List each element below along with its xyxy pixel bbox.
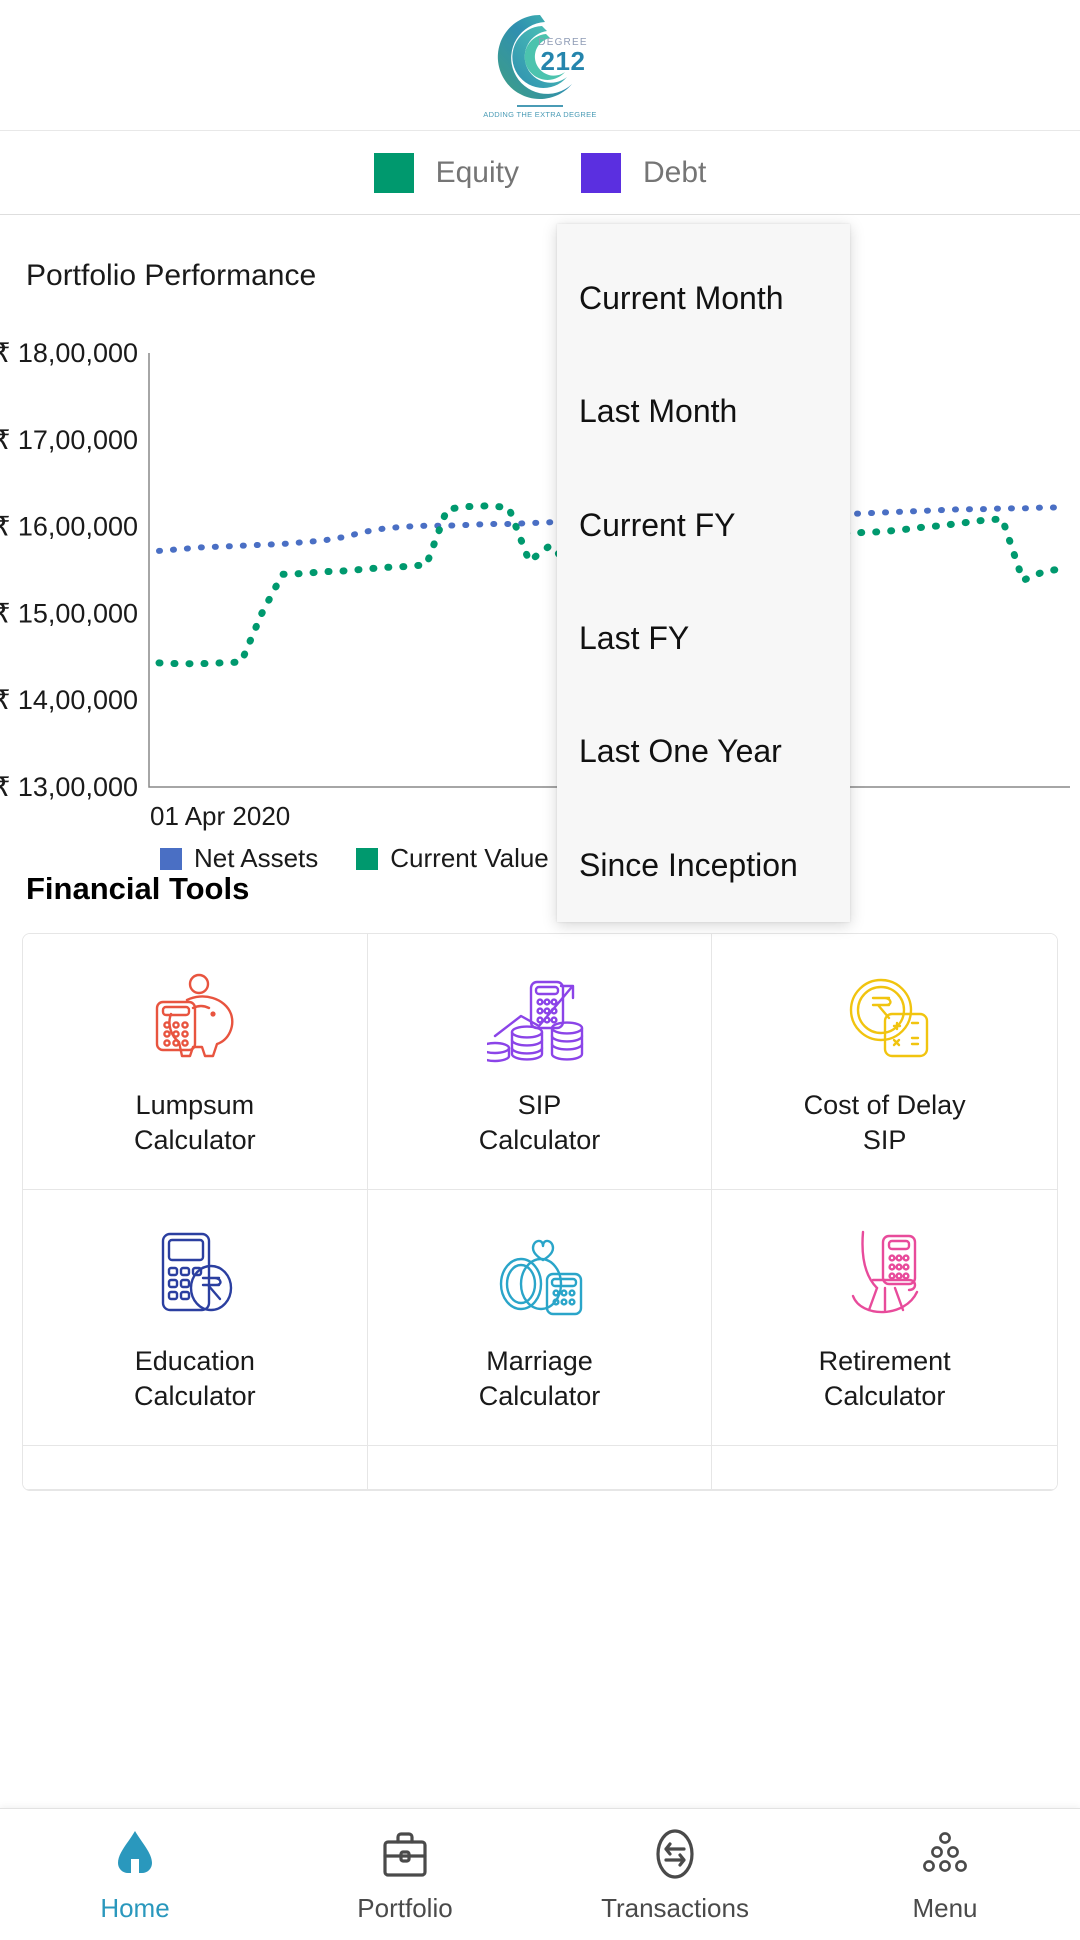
calculator-rupee-icon [143, 1220, 247, 1324]
rupee-coin-calculator-icon [833, 964, 937, 1068]
app-logo: DEGREE 212 ADDING THE EXTRA DEGREE [483, 9, 597, 121]
svg-text:₹ 13,00,000: ₹ 13,00,000 [0, 772, 138, 802]
nav-item-home[interactable]: Home [0, 1809, 270, 1940]
tool-education-calculator[interactable]: Education Calculator [23, 1190, 368, 1446]
period-option-current-fy[interactable]: Current FY [557, 469, 850, 582]
degree212-logo-icon: DEGREE 212 [490, 9, 590, 105]
svg-text:₹ 16,00,000: ₹ 16,00,000 [0, 512, 138, 542]
period-filter-dropdown[interactable]: Current Month Last Month Current FY Last FY… [557, 224, 850, 922]
period-option-current-month[interactable]: Current Month [557, 242, 850, 355]
chart-x-axis-label: 01 Apr 2020 [150, 801, 291, 831]
nav-label: Portfolio [357, 1893, 453, 1923]
equity-swatch-icon [373, 152, 414, 193]
chart-legend-current-value: Current Value [356, 843, 549, 874]
svg-text:₹ 17,00,000: ₹ 17,00,000 [0, 425, 138, 455]
coins-growth-calculator-icon [487, 964, 591, 1068]
tool-row-partial[interactable] [712, 1446, 1057, 1490]
tool-lumpsum-calculator[interactable]: Lumpsum Calculator [23, 934, 368, 1190]
logo-divider [517, 105, 563, 107]
tool-row-partial[interactable] [23, 1446, 368, 1490]
period-option-last-fy[interactable]: Last FY [557, 582, 850, 695]
period-option-last-month[interactable]: Last Month [557, 355, 850, 468]
financial-tools-section: Financial Tools Lumpsum Calculator SIP Ca… [0, 835, 1080, 1491]
bottom-navigation-bar: Home Portfolio Transactions Menu [0, 1808, 1080, 1940]
tool-sip-calculator[interactable]: SIP Calculator [367, 934, 713, 1190]
current-value-label: Current Value [390, 843, 549, 873]
period-option-since-inception[interactable]: Since Inception [557, 809, 850, 922]
app-header: DEGREE 212 ADDING THE EXTRA DEGREE [0, 0, 1080, 131]
tool-label: Retirement Calculator [818, 1346, 951, 1411]
nav-item-transactions[interactable]: Transactions [540, 1809, 810, 1940]
piggy-bank-calculator-icon [143, 964, 247, 1068]
tool-label: Marriage Calculator [478, 1346, 601, 1411]
portfolio-performance-section: Portfolio Performance ₹ 18,00,000 ₹ 17,00… [0, 215, 1080, 873]
svg-text:₹ 15,00,000: ₹ 15,00,000 [0, 598, 138, 628]
performance-chart: ₹ 18,00,000 ₹ 17,00,000 ₹ 16,00,000 ₹ 15,00… [0, 335, 1080, 873]
tool-label: Cost of Delay SIP [803, 1090, 966, 1155]
tool-row-partial[interactable] [367, 1446, 713, 1490]
nav-label: Home [100, 1893, 170, 1923]
performance-title: Portfolio Performance [26, 259, 317, 292]
equity-label: Equity [435, 155, 519, 189]
chart-legend-net-assets: Net Assets [160, 843, 318, 874]
tool-cost-of-delay-sip[interactable]: Cost of Delay SIP [712, 934, 1057, 1190]
debt-label: Debt [643, 155, 707, 189]
debt-swatch-icon [581, 152, 621, 193]
legend-item-equity[interactable]: Equity [373, 152, 519, 193]
chart-legend: Net Assets Current Value [160, 843, 549, 874]
svg-text:₹ 18,00,000: ₹ 18,00,000 [0, 338, 138, 368]
period-option-last-one-year[interactable]: Last One Year [557, 695, 850, 808]
tool-retirement-calculator[interactable]: Retirement Calculator [712, 1190, 1057, 1446]
nav-item-portfolio[interactable]: Portfolio [270, 1809, 540, 1940]
logo-tagline: ADDING THE EXTRA DEGREE [483, 109, 597, 119]
exchange-icon [646, 1825, 704, 1883]
logo-number: 212 [540, 46, 586, 76]
home-icon [106, 1825, 164, 1883]
rings-heart-calculator-icon [487, 1220, 591, 1324]
nav-label: Transactions [601, 1893, 749, 1923]
net-assets-label: Net Assets [194, 843, 319, 873]
svg-text:₹ 14,00,000: ₹ 14,00,000 [0, 685, 138, 715]
legend-item-debt[interactable]: Debt [581, 152, 707, 193]
tool-label: Education Calculator [134, 1346, 256, 1411]
tool-label: SIP Calculator [478, 1090, 601, 1155]
tool-label: Lumpsum Calculator [134, 1090, 256, 1155]
financial-tools-grid: Lumpsum Calculator SIP Calculator Cost of … [22, 933, 1058, 1491]
asset-allocation-legend: Equity Debt [0, 131, 1080, 215]
net-assets-swatch-icon [160, 847, 182, 870]
nav-item-menu[interactable]: Menu [810, 1809, 1080, 1940]
briefcase-icon [376, 1825, 434, 1883]
current-value-swatch-icon [356, 847, 379, 870]
grid-dots-icon [916, 1825, 974, 1883]
tool-marriage-calculator[interactable]: Marriage Calculator [367, 1190, 713, 1446]
nav-label: Menu [912, 1893, 978, 1923]
rocking-chair-calculator-icon [833, 1220, 937, 1324]
